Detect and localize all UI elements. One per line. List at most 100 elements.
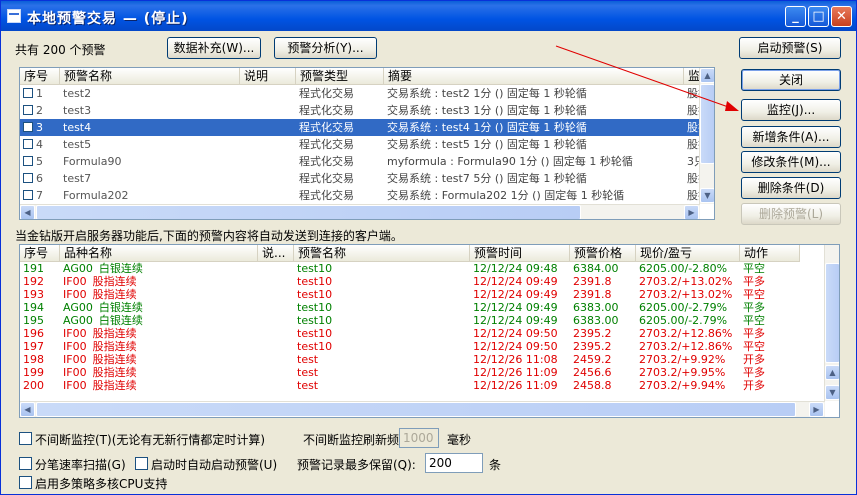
scroll-right-icon[interactable]: ▶ — [809, 402, 824, 417]
table-row[interactable]: 5 Formula90 程式化交易 myformula : Formula90 1分 … — [20, 153, 714, 170]
table-row[interactable]: 192 IF00 股指连续 test10 12/12/24 09:49 2391.8 270… — [20, 275, 800, 288]
result-col-header[interactable]: 说... — [258, 245, 294, 261]
table-row[interactable]: 196 IF00 股指连续 test10 12/12/24 09:50 2395.2 270… — [20, 327, 800, 340]
result-list[interactable]: 序号 品种名称 说... 预警名称 预警时间 预警价格 现价/盈亏 动作 191 AG00 白银连… — [19, 244, 840, 418]
result-cell-7: 平多 — [740, 327, 800, 340]
result-cell-3: test — [294, 353, 470, 366]
delete-condition-button[interactable]: 删除条件(D) — [741, 177, 841, 199]
table-row[interactable]: 200 IF00 股指连续 test 12/12/26 11:09 2458.8 2703.… — [20, 379, 800, 392]
table-row[interactable]: 6 test7 程式化交易 交易系统 : test7 5分 () 固定每 1 秒轮循股… — [20, 170, 714, 187]
result-cell-4: 12/12/24 09:48 — [470, 262, 570, 275]
cell-alert: test10 — [297, 262, 333, 275]
table-row[interactable]: 7 Formula202 程式化交易 交易系统 : Formula202 1分 () … — [20, 187, 714, 204]
cell-no: 194 — [23, 301, 44, 314]
multi-cpu-checkbox[interactable] — [19, 476, 32, 489]
table-row[interactable]: 193 IF00 股指连续 test10 12/12/24 09:49 2391.8 270… — [20, 288, 800, 301]
row-checkbox[interactable] — [23, 122, 33, 132]
table-row[interactable]: 198 IF00 股指连续 test 12/12/26 11:08 2459.2 2703.… — [20, 353, 800, 366]
result-cell-5: 2391.8 — [570, 275, 636, 288]
alert-analysis-button[interactable]: 预警分析(Y)... — [274, 37, 377, 59]
add-condition-button[interactable]: 新增条件(A)... — [741, 126, 841, 148]
result-cell-0: 192 — [20, 275, 60, 288]
result-col-header[interactable]: 预警时间 — [470, 245, 570, 261]
uninterrupted-checkbox[interactable] — [19, 432, 32, 445]
result-list-hscroll[interactable]: ◀ ▶ — [20, 401, 825, 417]
scroll-thumb[interactable] — [36, 402, 796, 417]
result-col-header[interactable]: 序号 — [20, 245, 60, 261]
refresh-unit: 毫秒 — [447, 433, 472, 447]
max-keep-input[interactable]: 200 — [425, 453, 483, 473]
scroll-left-icon[interactable]: ◀ — [20, 402, 35, 417]
table-row[interactable]: 191 AG00 白银连续 test10 12/12/24 09:48 6384.00 62… — [20, 262, 800, 275]
start-alert-button[interactable]: 启动预警(S) — [739, 37, 841, 59]
cell-text: 程式化交易 — [299, 189, 354, 202]
alert-col-header[interactable]: 序号 — [20, 68, 60, 84]
monitor-button[interactable]: 监控(J)... — [741, 99, 841, 121]
result-col-header[interactable]: 品种名称 — [60, 245, 258, 261]
alert-cell-name: test2 — [60, 85, 240, 102]
scroll-thumb[interactable] — [825, 263, 839, 363]
table-row[interactable]: 197 IF00 股指连续 test10 12/12/24 09:50 2395.2 270… — [20, 340, 800, 353]
scroll-thumb[interactable] — [36, 205, 581, 219]
result-col-header[interactable]: 预警价格 — [570, 245, 636, 261]
maximize-icon[interactable]: □ — [808, 6, 829, 27]
row-checkbox[interactable] — [23, 190, 33, 200]
cell-price: 2395.2 — [573, 340, 612, 353]
alert-list-hscroll[interactable]: ◀ ▶ — [20, 204, 700, 219]
result-cell-6: 2703.2/+12.86% — [636, 340, 740, 353]
result-cell-1: IF00 股指连续 — [60, 379, 258, 392]
result-cell-7: 平多 — [740, 366, 800, 379]
cell-text: test4 — [63, 121, 92, 134]
alert-window: 本地预警交易 — (停止) _ □ ✕ 共有 200 个预警 数据补充(W)..… — [0, 0, 857, 495]
table-row[interactable]: 3 test4 程式化交易 交易系统 : test4 1分 () 固定每 1 秒轮循股… — [20, 119, 714, 136]
table-row[interactable]: 194 AG00 白银连续 test10 12/12/24 09:49 6383.00 62… — [20, 301, 800, 314]
alert-col-header[interactable]: 预警类型 — [296, 68, 384, 84]
scroll-down-icon[interactable]: ▼ — [825, 385, 839, 400]
alert-cell-name: test4 — [60, 119, 240, 136]
scroll-left-icon[interactable]: ◀ — [20, 205, 35, 219]
delete-alert-button[interactable]: 删除预警(L) — [741, 203, 841, 225]
alert-cell-summary: 交易系统 : Formula202 1分 () 固定每 1 秒轮循 — [384, 187, 684, 204]
title-bar[interactable]: 本地预警交易 — (停止) _ □ ✕ — [1, 1, 856, 31]
auto-start-checkbox[interactable] — [135, 457, 148, 470]
close-button[interactable]: 关闭 — [741, 69, 841, 91]
scroll-right-icon[interactable]: ▶ — [684, 205, 699, 219]
refresh-input[interactable]: 1000 — [399, 428, 439, 448]
row-checkbox[interactable] — [23, 173, 33, 183]
cell-price: 2391.8 — [573, 288, 612, 301]
result-col-header[interactable]: 预警名称 — [294, 245, 470, 261]
cell-no: 191 — [23, 262, 44, 275]
scroll-up-icon[interactable]: ▲ — [825, 365, 839, 380]
alert-cell-desc — [240, 119, 296, 136]
scroll-down-icon[interactable]: ▼ — [700, 188, 714, 203]
row-checkbox[interactable] — [23, 156, 33, 166]
tick-scan-checkbox[interactable] — [19, 457, 32, 470]
table-row[interactable]: 4 test5 程式化交易 交易系统 : test5 1分 () 固定每 1 秒轮循股… — [20, 136, 714, 153]
data-supplement-button[interactable]: 数据补充(W)... — [167, 37, 261, 59]
result-cell-0: 199 — [20, 366, 60, 379]
row-checkbox[interactable] — [23, 139, 33, 149]
row-checkbox[interactable] — [23, 88, 33, 98]
cell-text: 6 — [36, 172, 43, 185]
alert-col-header[interactable]: 预警名称 — [60, 68, 240, 84]
alert-col-header[interactable]: 说明 — [240, 68, 296, 84]
result-cell-2 — [258, 340, 294, 353]
row-checkbox[interactable] — [23, 105, 33, 115]
max-keep-label: 预警记录最多保留(Q): — [297, 458, 416, 472]
table-row[interactable]: 199 IF00 股指连续 test 12/12/26 11:09 2456.6 2703.… — [20, 366, 800, 379]
table-row[interactable]: 195 AG00 白银连续 test10 12/12/24 09:49 6383.00 62… — [20, 314, 800, 327]
cell-price: 2391.8 — [573, 275, 612, 288]
cell-time: 12/12/26 11:08 — [473, 353, 558, 366]
cell-alert: test — [297, 366, 319, 379]
edit-condition-button[interactable]: 修改条件(M)... — [741, 151, 841, 173]
alert-cell-summary: 交易系统 : test5 1分 () 固定每 1 秒轮循 — [384, 136, 684, 153]
result-col-header[interactable]: 现价/盈亏 — [636, 245, 740, 261]
alert-cell-desc — [240, 102, 296, 119]
close-icon[interactable]: ✕ — [831, 6, 852, 27]
result-list-vscroll[interactable]: ▲ ▼ — [824, 245, 839, 401]
result-cell-5: 6383.00 — [570, 314, 636, 327]
minimize-icon[interactable]: _ — [785, 6, 806, 27]
cell-text: 程式化交易 — [299, 172, 354, 185]
result-cell-7: 平多 — [740, 301, 800, 314]
result-col-header[interactable]: 动作 — [740, 245, 800, 261]
